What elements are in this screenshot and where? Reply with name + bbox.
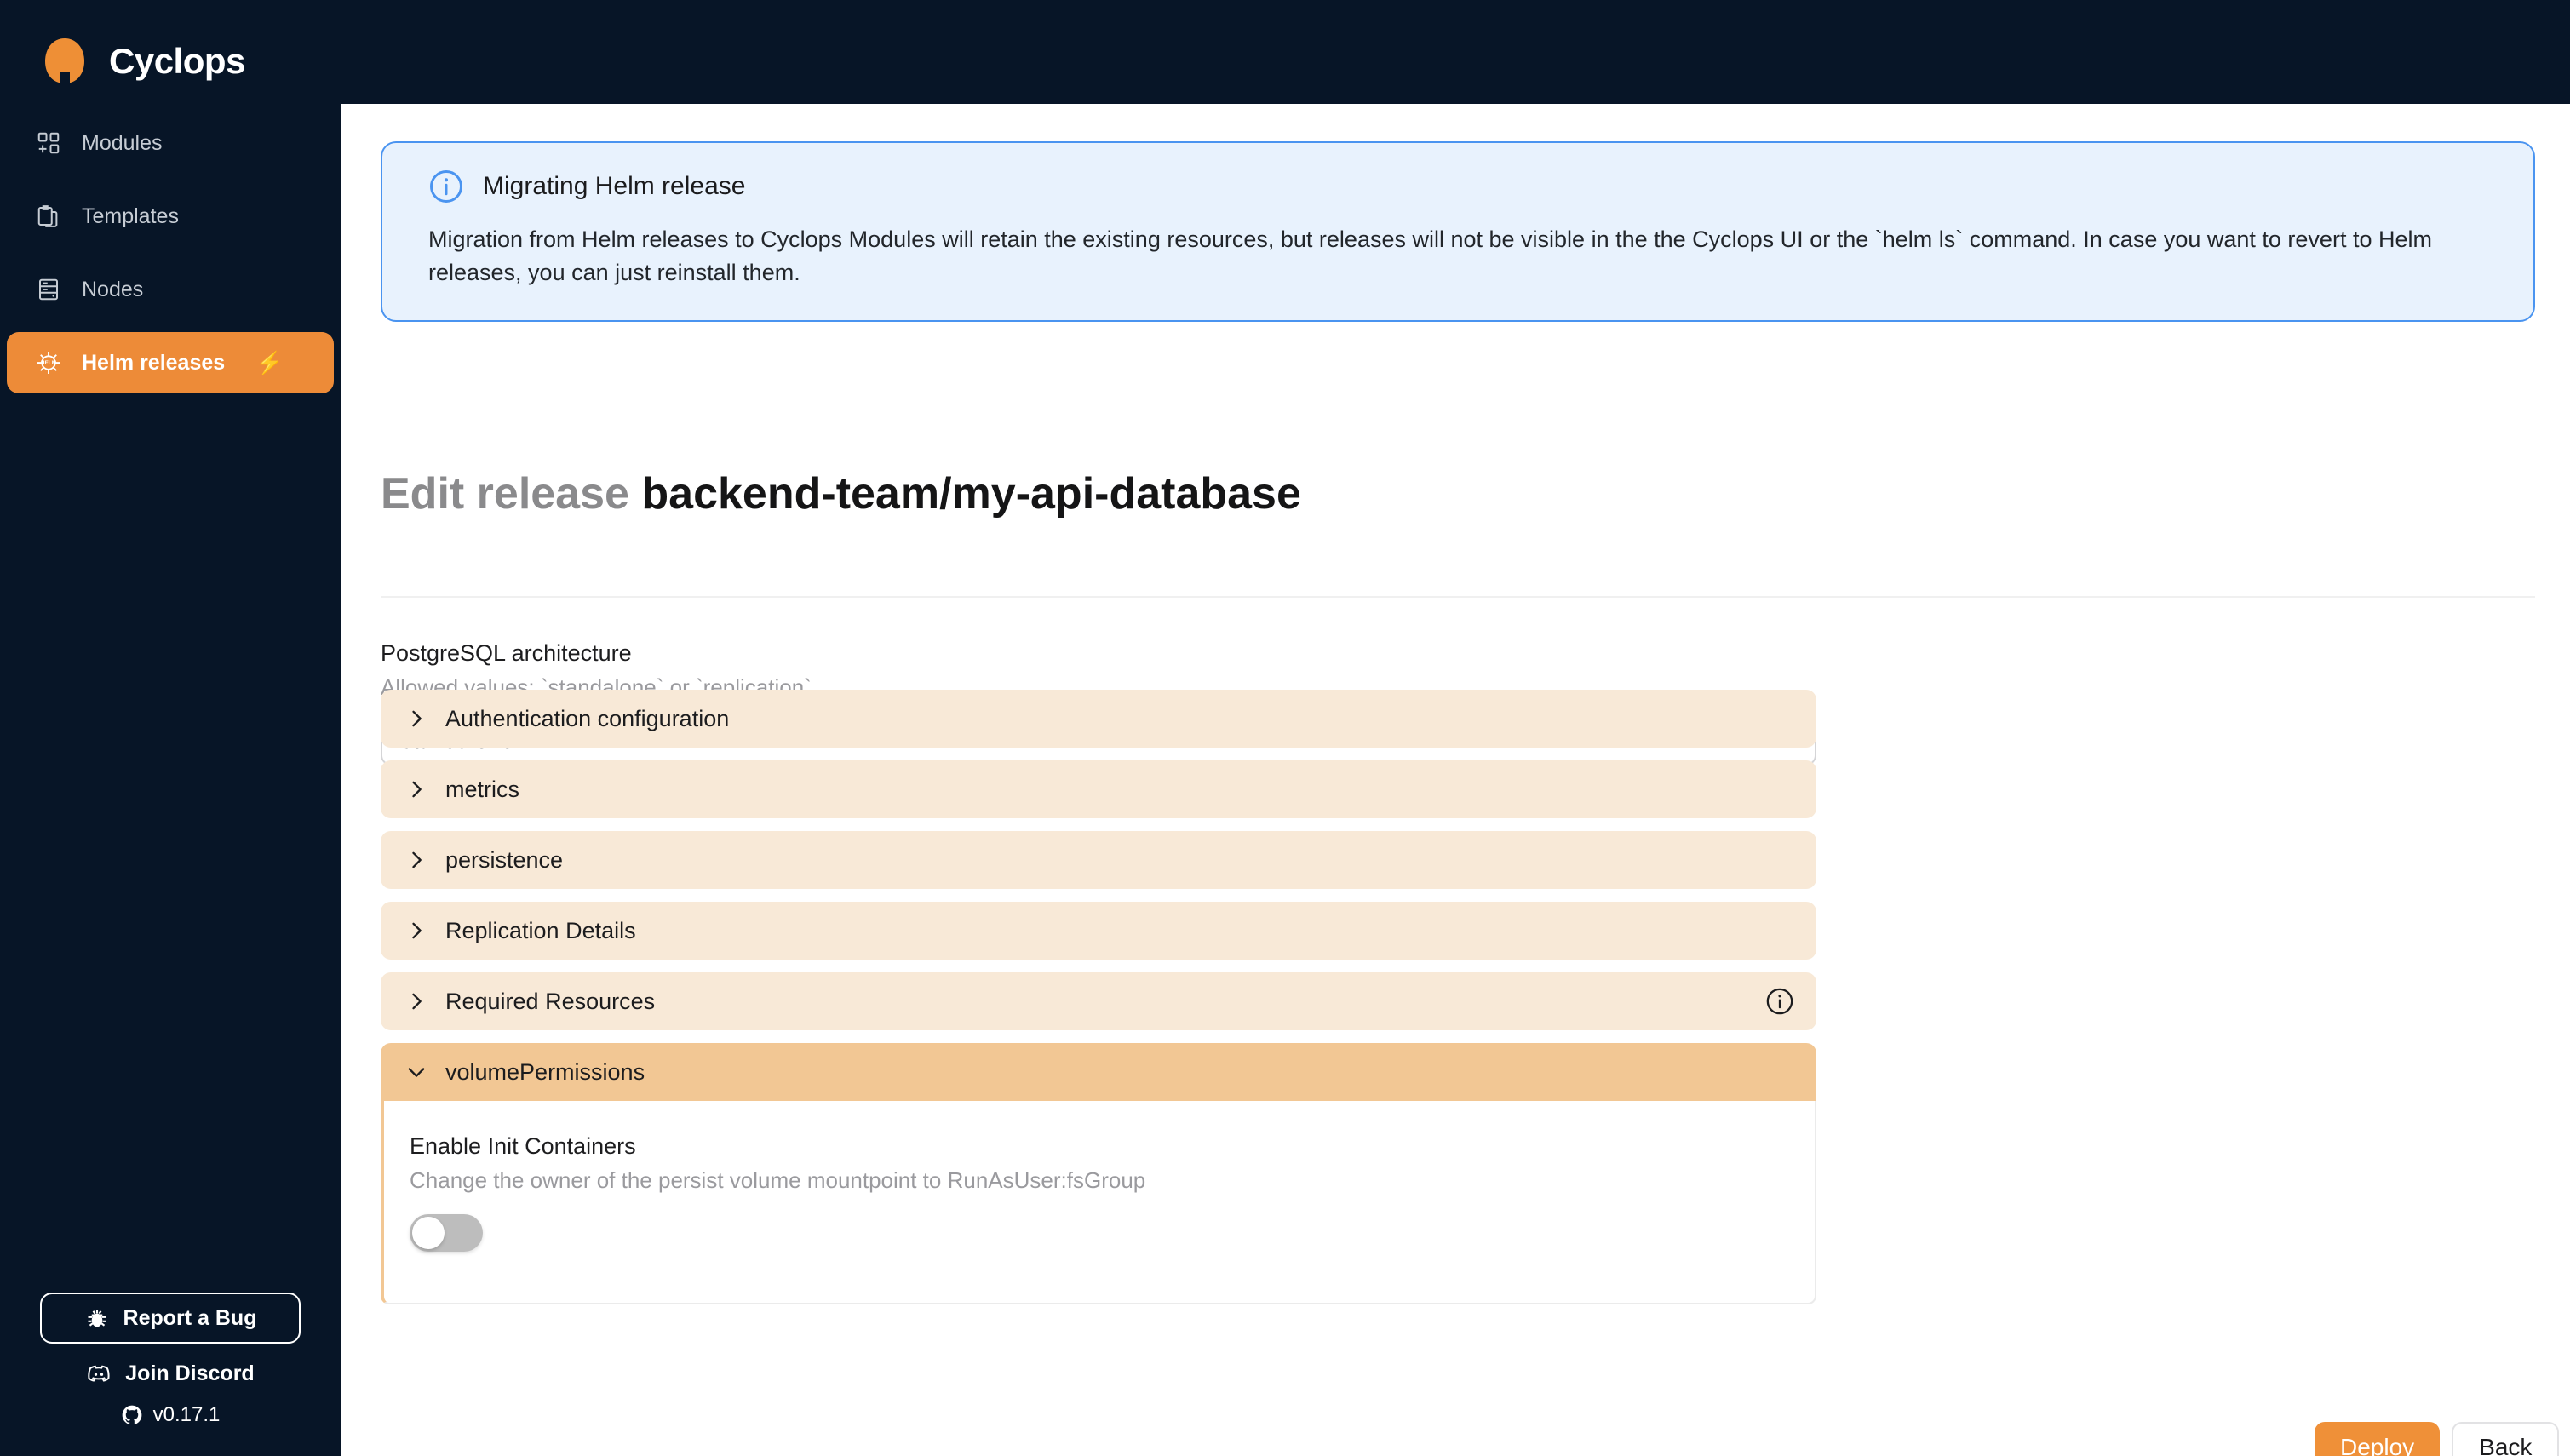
top-dark-band bbox=[341, 0, 2570, 104]
accordion-panel: Enable Init Containers Change the owner … bbox=[381, 1101, 1816, 1304]
sidebar-item-templates[interactable]: Templates bbox=[7, 186, 334, 247]
accordion-metrics: metrics bbox=[381, 760, 1816, 818]
banner-header: Migrating Helm release bbox=[428, 169, 2487, 204]
accordion-header[interactable]: volumePermissions bbox=[381, 1043, 1816, 1101]
chevron-right-icon bbox=[412, 781, 422, 798]
accordion-title: Required Resources bbox=[445, 988, 656, 1014]
enable-init-containers-description: Change the owner of the persist volume m… bbox=[410, 1167, 1146, 1194]
title-divider bbox=[381, 596, 2535, 598]
svg-text:HELM: HELM bbox=[41, 360, 56, 366]
templates-clipboard-icon bbox=[37, 205, 58, 227]
toggle-knob bbox=[412, 1216, 445, 1249]
accordion-header[interactable]: persistence bbox=[381, 831, 1816, 889]
nodes-server-icon bbox=[39, 278, 58, 301]
lightning-bolt-icon: ⚡ bbox=[255, 349, 284, 375]
sidebar-item-label: Helm releases bbox=[82, 350, 226, 375]
enable-init-containers-toggle[interactable] bbox=[410, 1213, 483, 1252]
report-a-bug-button[interactable]: Report a Bug bbox=[40, 1293, 301, 1344]
sidebar-item-modules[interactable]: Modules bbox=[7, 112, 334, 174]
accordion-header[interactable]: Authentication configuration bbox=[381, 690, 1816, 748]
github-icon bbox=[122, 1405, 142, 1424]
enable-init-containers-label: Enable Init Containers bbox=[410, 1133, 636, 1159]
chevron-down-icon bbox=[408, 1068, 425, 1077]
cyclops-logo-icon bbox=[45, 38, 84, 85]
config-sections: Authentication configuration metrics per… bbox=[381, 690, 1816, 1317]
accordion-title: Authentication configuration bbox=[445, 705, 730, 731]
accordion-persistence: persistence bbox=[381, 831, 1816, 889]
page-title-prefix: Edit release bbox=[381, 469, 629, 519]
join-discord-link[interactable]: Join Discord bbox=[86, 1361, 255, 1386]
modules-grid-icon bbox=[37, 132, 60, 154]
sidebar-item-nodes[interactable]: Nodes bbox=[7, 259, 334, 320]
accordion-header[interactable]: Required Resources bbox=[381, 972, 1816, 1030]
bug-icon bbox=[88, 1310, 106, 1327]
chevron-right-icon bbox=[412, 922, 422, 939]
chevron-right-icon bbox=[412, 851, 422, 868]
accordion-required-resources: Required Resources bbox=[381, 972, 1816, 1030]
info-circle-icon bbox=[430, 170, 462, 203]
brand[interactable]: Cyclops bbox=[0, 0, 341, 104]
accordion-title: metrics bbox=[445, 776, 519, 802]
accordion-title: volumePermissions bbox=[445, 1058, 645, 1085]
join-discord-label: Join Discord bbox=[125, 1361, 255, 1385]
sidebar-nav: Modules Templates Nodes HELM Helm releas… bbox=[0, 112, 341, 393]
banner-title: Migrating Helm release bbox=[483, 172, 746, 200]
sidebar-item-label: Nodes bbox=[82, 277, 144, 301]
accordion-title: persistence bbox=[445, 846, 564, 873]
accordion-header[interactable]: metrics bbox=[381, 760, 1816, 818]
architecture-label: PostgreSQL architecture bbox=[381, 640, 632, 666]
accordion-volume-permissions: volumePermissions Enable Init Containers… bbox=[381, 1043, 1816, 1304]
info-circle-icon[interactable] bbox=[1765, 987, 1794, 1016]
brand-name: Cyclops bbox=[109, 41, 245, 81]
version-link[interactable]: v0.17.1 bbox=[121, 1403, 221, 1427]
page-title-name: backend-team/my-api-database bbox=[641, 469, 1301, 519]
form-actions: Deploy Back bbox=[2315, 1422, 2560, 1456]
accordion-authentication-configuration: Authentication configuration bbox=[381, 690, 1816, 748]
accordion-header[interactable]: Replication Details bbox=[381, 902, 1816, 960]
app-root: Cyclops Modules Templates Nodes HELM Hel… bbox=[0, 0, 2570, 1456]
migration-info-banner: Migrating Helm release Migration from He… bbox=[381, 141, 2535, 323]
page-title: Edit release backend-team/my-api-databas… bbox=[381, 468, 1301, 519]
sidebar: Cyclops Modules Templates Nodes HELM Hel… bbox=[0, 0, 341, 1456]
discord-icon bbox=[88, 1365, 110, 1382]
sidebar-item-label: Templates bbox=[82, 203, 179, 228]
banner-body: Migration from Helm releases to Cyclops … bbox=[428, 226, 2432, 286]
chevron-right-icon bbox=[412, 710, 422, 727]
accordion-title: Replication Details bbox=[445, 917, 636, 943]
chevron-right-icon bbox=[412, 993, 422, 1010]
deploy-button[interactable]: Deploy bbox=[2315, 1422, 2441, 1456]
sidebar-footer: Report a Bug Join Discord v0.17.1 bbox=[0, 1293, 341, 1456]
accordion-replication-details: Replication Details bbox=[381, 902, 1816, 960]
back-button[interactable]: Back bbox=[2452, 1422, 2560, 1456]
helm-wheel-icon: HELM bbox=[37, 352, 60, 374]
version-label: v0.17.1 bbox=[152, 1403, 221, 1426]
report-a-bug-label: Report a Bug bbox=[123, 1305, 257, 1330]
sidebar-item-label: Modules bbox=[82, 130, 163, 155]
sidebar-item-helm-releases[interactable]: HELM Helm releases ⚡ bbox=[7, 332, 334, 393]
